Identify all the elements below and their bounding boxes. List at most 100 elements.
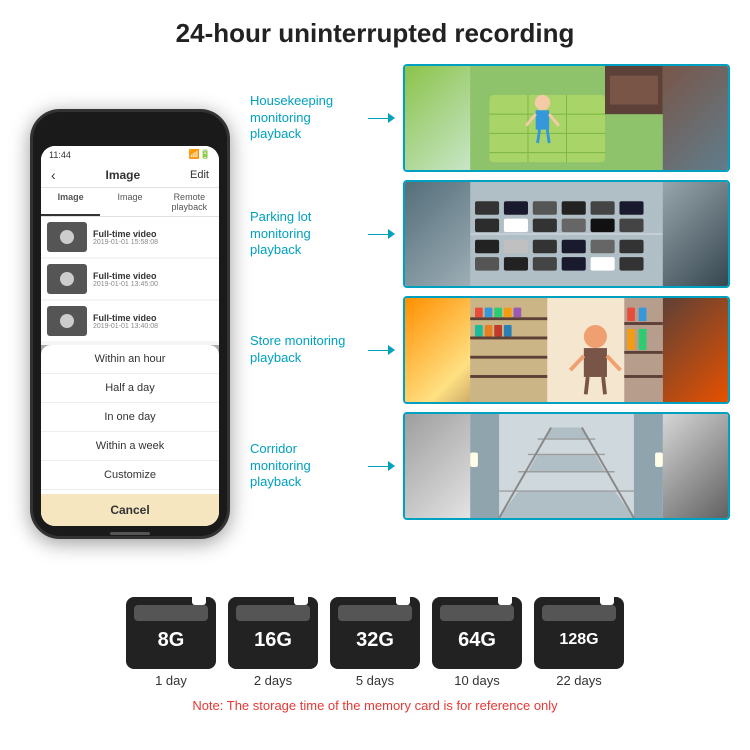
phone-nav-bar: ‹ Image Edit [41, 163, 219, 188]
sdcard-size-128g: 128G [559, 631, 598, 649]
monitoring-item-corridor: Corridor monitoring playback [250, 412, 730, 520]
connector-parking [368, 229, 395, 239]
dropdown-item-half-day[interactable]: Half a day [41, 374, 219, 403]
sdcard-size-64g: 64G [458, 629, 496, 652]
phone-home-indicator [110, 532, 150, 535]
store-image-placeholder [405, 298, 728, 402]
sdcard-notch [192, 597, 206, 605]
video-info: Full-time video 2019-01-01 13:40:08 [93, 313, 213, 330]
phone-section: 11:44 📶🔋 ‹ Image Edit Image Image Remote… [20, 59, 240, 589]
connector-store [368, 345, 395, 355]
monitoring-item-housekeeping: Housekeeping monitoring playback [250, 64, 730, 172]
dropdown-item-week[interactable]: Within a week [41, 432, 219, 461]
video-info: Full-time video 2019-01-01 15:58:08 [93, 229, 213, 246]
monitoring-label-store: Store monitoring playback [250, 333, 360, 367]
tab-remote-playback[interactable]: Remote playback [160, 188, 219, 216]
dropdown-menu: Within an hour Half a day In one day Wit… [41, 345, 219, 526]
video-thumbnail [47, 264, 87, 294]
video-info: Full-time video 2019-01-01 13:45:00 [93, 271, 213, 288]
sdcard-days-8g: 1 day [155, 673, 187, 688]
monitoring-item-store: Store monitoring playback [250, 296, 730, 404]
monitoring-label-housekeeping: Housekeeping monitoring playback [250, 93, 360, 144]
monitoring-image-parking [403, 180, 730, 288]
connector-arrow-icon [388, 345, 395, 355]
phone-tabs: Image Image Remote playback [41, 188, 219, 217]
phone-icons: 📶🔋 [189, 149, 211, 160]
list-item: Full-time video 2019-01-01 15:58:08 [41, 217, 219, 257]
video-thumbnail [47, 306, 87, 336]
phone-edit-button[interactable]: Edit [190, 169, 209, 181]
sdcard-item-64g: 64G 10 days [432, 597, 522, 688]
sdcard-notch [498, 597, 512, 605]
play-icon [60, 230, 74, 244]
sdcard-days-16g: 2 days [254, 673, 292, 688]
phone-screen: 11:44 📶🔋 ‹ Image Edit Image Image Remote… [41, 146, 219, 526]
connector-housekeeping [368, 113, 395, 123]
tab-image[interactable]: Image [41, 188, 100, 216]
main-content: 11:44 📶🔋 ‹ Image Edit Image Image Remote… [0, 59, 750, 589]
sdcard-card-64g: 64G [432, 597, 522, 669]
connector-line [368, 118, 388, 119]
connector-arrow-icon [388, 229, 395, 239]
phone-time: 11:44 [49, 150, 71, 160]
sdcard-card-128g: 128G [534, 597, 624, 669]
dropdown-item-one-day[interactable]: In one day [41, 403, 219, 432]
connector-line [368, 466, 388, 467]
monitoring-label-corridor: Corridor monitoring playback [250, 441, 360, 492]
monitoring-image-corridor [403, 412, 730, 520]
sdcard-days-128g: 22 days [556, 673, 602, 688]
sdcard-card-8g: 8G [126, 597, 216, 669]
monitoring-label-parking: Parking lot monitoring playback [250, 209, 360, 260]
sdcard-item-8g: 8G 1 day [126, 597, 216, 688]
video-title: Full-time video [93, 313, 213, 323]
sdcard-note: Note: The storage time of the memory car… [192, 698, 557, 713]
play-icon [60, 314, 74, 328]
phone-mockup: 11:44 📶🔋 ‹ Image Edit Image Image Remote… [30, 109, 230, 539]
play-icon [60, 272, 74, 286]
phone-status-bar: 11:44 📶🔋 [41, 146, 219, 163]
monitoring-image-store [403, 296, 730, 404]
sdcard-notch [600, 597, 614, 605]
video-date: 2019-01-01 13:40:08 [93, 323, 213, 330]
page-title: 24-hour uninterrupted recording [20, 18, 730, 49]
tab-image2[interactable]: Image [100, 188, 159, 216]
sdcard-size-16g: 16G [254, 629, 292, 652]
dropdown-item-within-hour[interactable]: Within an hour [41, 345, 219, 374]
video-title: Full-time video [93, 229, 213, 239]
video-date: 2019-01-01 15:58:08 [93, 239, 213, 246]
sdcard-days-32g: 5 days [356, 673, 394, 688]
monitoring-item-parking: Parking lot monitoring playback [250, 180, 730, 288]
connector-arrow-icon [388, 461, 395, 471]
sdcard-card-16g: 16G [228, 597, 318, 669]
connector-line [368, 350, 388, 351]
sdcard-row: 8G 1 day 16G 2 days 32G 5 days 64G 10 da… [126, 597, 624, 688]
list-item: Full-time video 2019-01-01 13:45:00 [41, 259, 219, 299]
corridor-image-placeholder [405, 414, 728, 518]
sdcard-days-64g: 10 days [454, 673, 500, 688]
dropdown-overlay: Within an hour Half a day In one day Wit… [41, 345, 219, 526]
video-title: Full-time video [93, 271, 213, 281]
housekeeping-image-placeholder [405, 66, 728, 170]
connector-arrow-icon [388, 113, 395, 123]
sdcard-item-16g: 16G 2 days [228, 597, 318, 688]
sdcard-item-128g: 128G 22 days [534, 597, 624, 688]
video-date: 2019-01-01 13:45:00 [93, 281, 213, 288]
back-arrow-icon[interactable]: ‹ [51, 167, 56, 183]
sdcard-card-32g: 32G [330, 597, 420, 669]
sdcard-section: 8G 1 day 16G 2 days 32G 5 days 64G 10 da… [0, 589, 750, 723]
phone-screen-title: Image [106, 168, 141, 182]
list-item: Full-time video 2019-01-01 13:40:08 [41, 301, 219, 341]
sdcard-notch [294, 597, 308, 605]
page-header: 24-hour uninterrupted recording [0, 0, 750, 59]
sdcard-size-8g: 8G [158, 629, 185, 652]
sdcard-notch [396, 597, 410, 605]
connector-corridor [368, 461, 395, 471]
parking-image-placeholder [405, 182, 728, 286]
monitoring-image-housekeeping [403, 64, 730, 172]
sdcard-item-32g: 32G 5 days [330, 597, 420, 688]
phone-notch [95, 124, 165, 142]
dropdown-cancel-button[interactable]: Cancel [41, 494, 219, 526]
video-list: Full-time video 2019-01-01 15:58:08 Full… [41, 217, 219, 341]
monitoring-section: Housekeeping monitoring playback [250, 59, 730, 589]
dropdown-item-customize[interactable]: Customize [41, 461, 219, 490]
